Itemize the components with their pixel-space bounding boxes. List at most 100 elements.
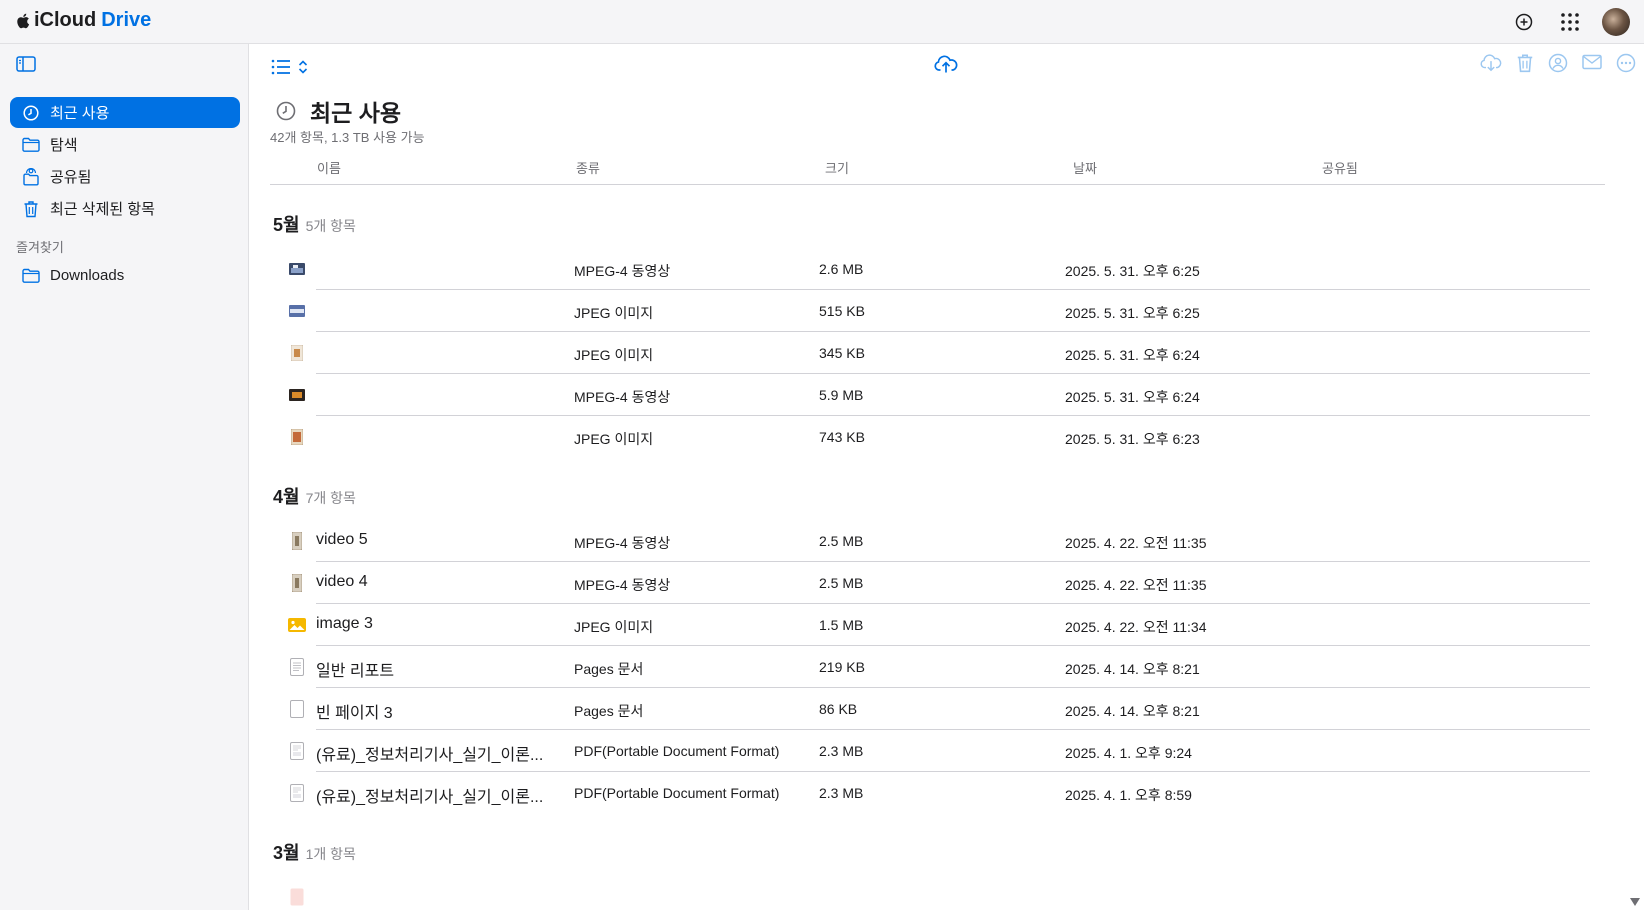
table-row[interactable]: JPEG 이미지 515 KB 2025. 5. 31. 오후 6:25: [270, 290, 1590, 332]
column-name[interactable]: 이름: [317, 158, 341, 177]
app-brand[interactable]: iCloud Drive: [16, 9, 151, 32]
column-shared[interactable]: 공유됨: [1322, 158, 1358, 177]
image-thumb-icon: [288, 428, 306, 446]
table-row[interactable]: (유료)_정보처리기사_실기_이론... PDF(Portable Docume…: [270, 730, 1590, 772]
file-kind: JPEG 이미지: [574, 431, 654, 447]
file-kind: JPEG 이미지: [574, 347, 654, 363]
upload-icon[interactable]: [934, 53, 958, 75]
trash-icon[interactable]: [1516, 53, 1534, 73]
table-row[interactable]: MPEG-4 동영상 2.6 MB 2025. 5. 31. 오후 6:25: [270, 248, 1590, 290]
clock-icon: [22, 104, 40, 122]
group-month: 4월: [273, 487, 300, 507]
file-date: 2025. 4. 14. 오후 8:21: [1065, 661, 1200, 677]
file-size: 1.5 MB: [819, 617, 864, 633]
document-icon: [288, 658, 306, 676]
file-size: 743 KB: [819, 429, 865, 445]
mail-icon[interactable]: [1582, 53, 1602, 71]
more-icon[interactable]: [1616, 53, 1636, 73]
sidebar-item-downloads[interactable]: Downloads: [10, 260, 240, 291]
folder-icon: [22, 267, 40, 285]
shared-folder-icon: [22, 167, 40, 186]
image-thumb-icon: [288, 302, 306, 320]
file-kind: PDF(Portable Document Format): [574, 743, 780, 759]
table-row[interactable]: JPEG 이미지 345 KB 2025. 5. 31. 오후 6:24: [270, 332, 1590, 374]
group-header: 4월 7개 항목: [273, 483, 356, 509]
file-kind: JPEG 이미지: [574, 305, 654, 321]
table-row[interactable]: (유료)_정보처리기사_실기_이론... PDF(Portable Docume…: [270, 772, 1590, 814]
file-kind: PDF(Portable Document Format): [574, 785, 780, 801]
sort-chevrons-icon[interactable]: [298, 59, 308, 75]
file-date: 2025. 4. 14. 오후 8:21: [1065, 703, 1200, 719]
sidebar-item-label: 최근 사용: [50, 105, 110, 122]
file-kind: Pages 문서: [574, 703, 644, 719]
file-size: 2.5 MB: [819, 575, 864, 591]
group-header: 5월 5개 항목: [273, 211, 356, 237]
file-date: 2025. 5. 31. 오후 6:25: [1065, 305, 1200, 321]
sidebar-nav: 최근 사용 탐색 공유됨 최근 삭제된 항목: [10, 97, 240, 225]
file-name: 빈 페이지 3: [316, 705, 393, 722]
table-row[interactable]: JPEG 이미지 743 KB 2025. 5. 31. 오후 6:23: [270, 416, 1590, 458]
sidebar-item-label: 최근 삭제된 항목: [50, 201, 155, 218]
table-row[interactable]: video 5 MPEG-4 동영상 2.5 MB 2025. 4. 22. 오…: [270, 520, 1590, 562]
sidebar: 최근 사용 탐색 공유됨 최근 삭제된 항목 즐겨찾기 Downloads: [0, 44, 249, 910]
sidebar-item-label: 공유됨: [50, 169, 92, 186]
download-icon[interactable]: [1480, 53, 1502, 73]
file-name: (유료)_정보처리기사_실기_이론...: [316, 789, 544, 806]
sidebar-item-recents[interactable]: 최근 사용: [10, 97, 240, 128]
file-name: video 4: [316, 573, 368, 590]
sidebar-item-label: Downloads: [50, 267, 125, 284]
photo-icon: [288, 616, 306, 634]
favorites-list: Downloads: [10, 260, 240, 292]
sidebar-item-recently-deleted[interactable]: 최근 삭제된 항목: [10, 193, 240, 224]
group-header: 3월 1개 항목: [273, 839, 356, 865]
file-size: 2.3 MB: [819, 743, 864, 759]
table-row[interactable]: image 3 JPEG 이미지 1.5 MB 2025. 4. 22. 오전 …: [270, 604, 1590, 646]
brand-drive-text: Drive: [101, 9, 152, 31]
file-name: video 5: [316, 531, 368, 548]
table-row[interactable]: MPEG-4 동영상 5.9 MB 2025. 5. 31. 오후 6:24: [270, 374, 1590, 416]
table-row[interactable]: [270, 876, 1590, 910]
sidebar-item-browse[interactable]: 탐색: [10, 129, 240, 160]
sidebar-item-label: 탐색: [50, 137, 78, 154]
video-thumb-icon: [288, 532, 306, 550]
clock-icon: [276, 101, 296, 121]
page-heading: 최근 사용: [276, 94, 401, 128]
scroll-down-arrow-icon[interactable]: [1630, 898, 1640, 906]
favorites-title: 즐겨찾기: [16, 240, 64, 255]
column-kind[interactable]: 종류: [576, 158, 600, 177]
group-count: 1개 항목: [305, 846, 356, 862]
table-row[interactable]: 빈 페이지 3 Pages 문서 86 KB 2025. 4. 14. 오후 8…: [270, 688, 1590, 730]
video-thumb-icon: [288, 260, 306, 278]
file-size: 2.6 MB: [819, 261, 864, 277]
file-date: 2025. 5. 31. 오후 6:24: [1065, 389, 1200, 405]
file-kind: MPEG-4 동영상: [574, 263, 671, 279]
list-view-icon[interactable]: [270, 56, 292, 78]
share-person-icon[interactable]: [1548, 53, 1568, 73]
sidebar-item-shared[interactable]: 공유됨: [10, 161, 240, 192]
file-date: 2025. 4. 1. 오후 9:24: [1065, 745, 1192, 761]
file-date: 2025. 4. 22. 오전 11:34: [1065, 619, 1207, 635]
file-date: 2025. 5. 31. 오후 6:24: [1065, 347, 1200, 363]
column-date[interactable]: 날짜: [1073, 158, 1097, 177]
group-month: 5월: [273, 215, 300, 235]
file-kind: MPEG-4 동영상: [574, 389, 671, 405]
app-grid-icon[interactable]: [1556, 8, 1584, 36]
folder-icon: [22, 136, 40, 154]
table-row[interactable]: 일반 리포트 Pages 문서 219 KB 2025. 4. 14. 오후 8…: [270, 646, 1590, 688]
table-row[interactable]: video 4 MPEG-4 동영상 2.5 MB 2025. 4. 22. 오…: [270, 562, 1590, 604]
add-icon[interactable]: [1510, 8, 1538, 36]
pdf-icon: [288, 742, 306, 760]
file-date: 2025. 4. 22. 오전 11:35: [1065, 577, 1207, 593]
column-header: 이름 종류 크기 날짜 공유됨: [270, 152, 1605, 185]
storage-summary: 42개 항목, 1.3 TB 사용 가능: [270, 130, 425, 145]
pdf-icon: [288, 888, 306, 906]
apple-logo-icon: [17, 13, 30, 28]
column-size[interactable]: 크기: [825, 158, 849, 177]
pdf-icon: [288, 784, 306, 802]
avatar[interactable]: [1602, 8, 1630, 36]
file-date: 2025. 5. 31. 오후 6:25: [1065, 263, 1200, 279]
sidebar-toggle-icon[interactable]: [16, 56, 36, 72]
file-kind: JPEG 이미지: [574, 619, 654, 635]
file-date: 2025. 5. 31. 오후 6:23: [1065, 431, 1200, 447]
image-thumb-icon: [288, 344, 306, 362]
